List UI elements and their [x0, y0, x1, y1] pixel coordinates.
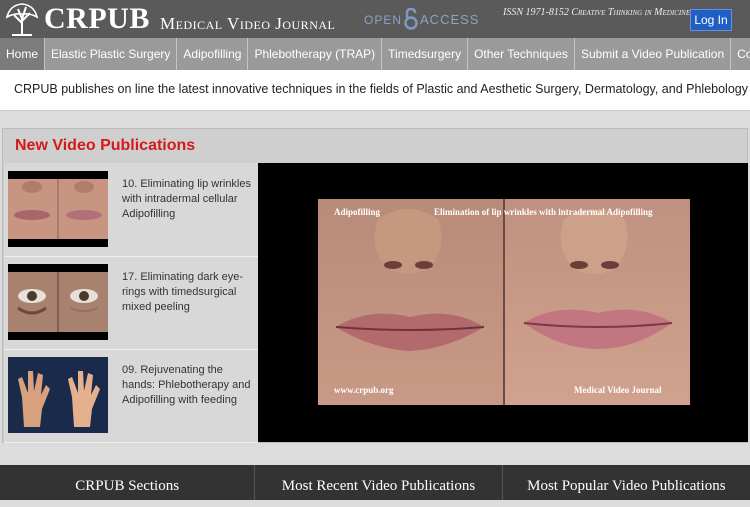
open-access-logo: OPEN ACCESS — [364, 7, 480, 30]
publication-title[interactable]: 09. Rejuvenating the hands: Phlebotherap… — [122, 363, 256, 408]
open-access-open: OPEN — [364, 13, 403, 27]
nav-item-submit-video[interactable]: Submit a Video Publication — [575, 38, 732, 70]
video-label-url: www.crpub.org — [334, 385, 394, 395]
intro-text: CRPUB publishes on line the latest innov… — [14, 82, 748, 96]
logo-subtitle: Medical Video Journal — [160, 14, 336, 33]
footer-crpub-sections[interactable]: CRPUB Sections — [0, 465, 256, 500]
list-item[interactable]: 10. Eliminating lip wrinkles with intrad… — [4, 163, 258, 257]
open-lock-icon — [403, 7, 419, 30]
nav-item-elastic-plastic-surgery[interactable]: Elastic Plastic Surgery — [45, 38, 178, 70]
main-nav: Home Elastic Plastic Surgery Adipofillin… — [0, 38, 750, 70]
video-player[interactable]: Adipofilling Elimination of lip wrinkles… — [258, 163, 748, 442]
list-item[interactable]: 09. Rejuvenating the hands: Phlebotherap… — [4, 349, 258, 443]
video-label-title: Elimination of lip wrinkles with intrade… — [434, 207, 653, 217]
site-header: CRPUB Medical Video Journal OPEN ACCESS I… — [0, 0, 750, 38]
video-label-technique: Adipofilling — [334, 207, 381, 217]
publication-list: 10. Eliminating lip wrinkles with intrad… — [4, 163, 258, 443]
nav-item-adipofilling[interactable]: Adipofilling — [177, 38, 249, 70]
logo-title[interactable]: CRPUB — [44, 2, 150, 36]
footer-most-recent[interactable]: Most Recent Video Publications — [255, 465, 503, 500]
new-video-publications: New Video Publications 10. Eliminating l… — [2, 128, 748, 443]
nav-item-home[interactable]: Home — [0, 38, 46, 70]
footer-most-popular[interactable]: Most Popular Video Publications — [503, 465, 750, 500]
eye-thumbnail[interactable] — [8, 264, 108, 340]
hands-thumbnail[interactable] — [8, 357, 108, 433]
tree-logo-icon[interactable] — [4, 1, 40, 37]
footer-sections: CRPUB Sections Most Recent Video Publica… — [0, 465, 750, 500]
open-access-access: ACCESS — [420, 12, 480, 27]
nav-item-phlebotherapy[interactable]: Phlebotherapy (TRAP) — [248, 38, 383, 70]
video-label-journal: Medical Video Journal — [574, 385, 662, 395]
publication-title[interactable]: 10. Eliminating lip wrinkles with intrad… — [122, 177, 256, 222]
video-frame[interactable]: Adipofilling Elimination of lip wrinkles… — [318, 199, 690, 405]
list-item[interactable]: 17. Eliminating dark eye-rings with time… — [4, 256, 258, 350]
login-button[interactable]: Log In — [690, 9, 732, 31]
nav-item-other-techniques[interactable]: Other Techniques — [468, 38, 575, 70]
section-title: New Video Publications — [15, 137, 196, 154]
nav-item-timedsurgery[interactable]: Timedsurgery — [382, 38, 469, 70]
publication-title[interactable]: 17. Eliminating dark eye-rings with time… — [122, 270, 256, 315]
issn-tagline: ISSN 1971-8152 Creative Thinking in Medi… — [503, 7, 691, 18]
lip-thumbnail[interactable] — [8, 171, 108, 247]
intro-banner: CRPUB publishes on line the latest innov… — [0, 70, 750, 111]
nav-item-contact[interactable]: Contact — [731, 38, 750, 70]
